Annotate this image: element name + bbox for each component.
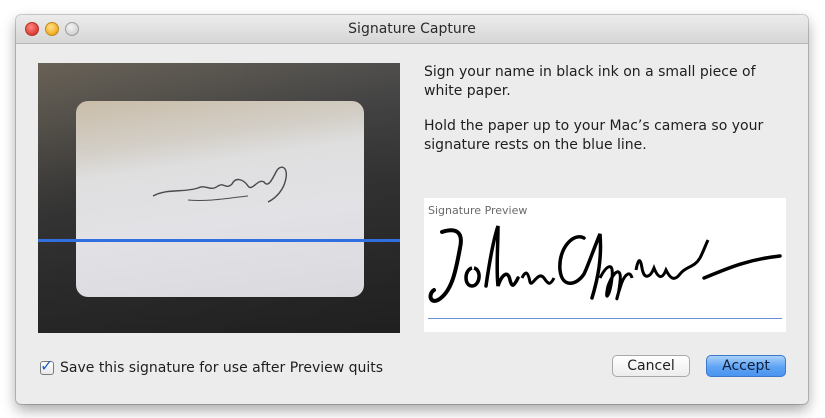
save-signature-checkbox[interactable]: ✓ — [40, 356, 54, 375]
titlebar: Signature Capture — [16, 15, 808, 44]
signature-capture-window: Signature Capture Sign your name in blac… — [16, 15, 808, 404]
mirrored-signature-image — [152, 166, 288, 203]
save-signature-option[interactable]: ✓ Save this signature for use after Prev… — [40, 358, 383, 378]
cancel-button[interactable]: Cancel — [612, 355, 690, 377]
save-signature-label[interactable]: Save this signature for use after Previe… — [60, 360, 383, 376]
instruction-text-2: Hold the paper up to your Mac’s camera s… — [424, 118, 764, 153]
instruction-text-1: Sign your name in black ink on a small p… — [424, 64, 756, 99]
window-title: Signature Capture — [348, 21, 476, 37]
camera-feed — [38, 63, 400, 333]
blue-guide-line — [38, 239, 400, 242]
signature-preview-image — [428, 225, 782, 303]
accept-button[interactable]: Accept — [706, 355, 786, 377]
checkmark-icon: ✓ — [40, 356, 54, 375]
instructions: Sign your name in black ink on a small p… — [424, 63, 794, 171]
preview-baseline — [428, 318, 782, 319]
signature-preview-box: Signature Preview — [424, 198, 786, 332]
